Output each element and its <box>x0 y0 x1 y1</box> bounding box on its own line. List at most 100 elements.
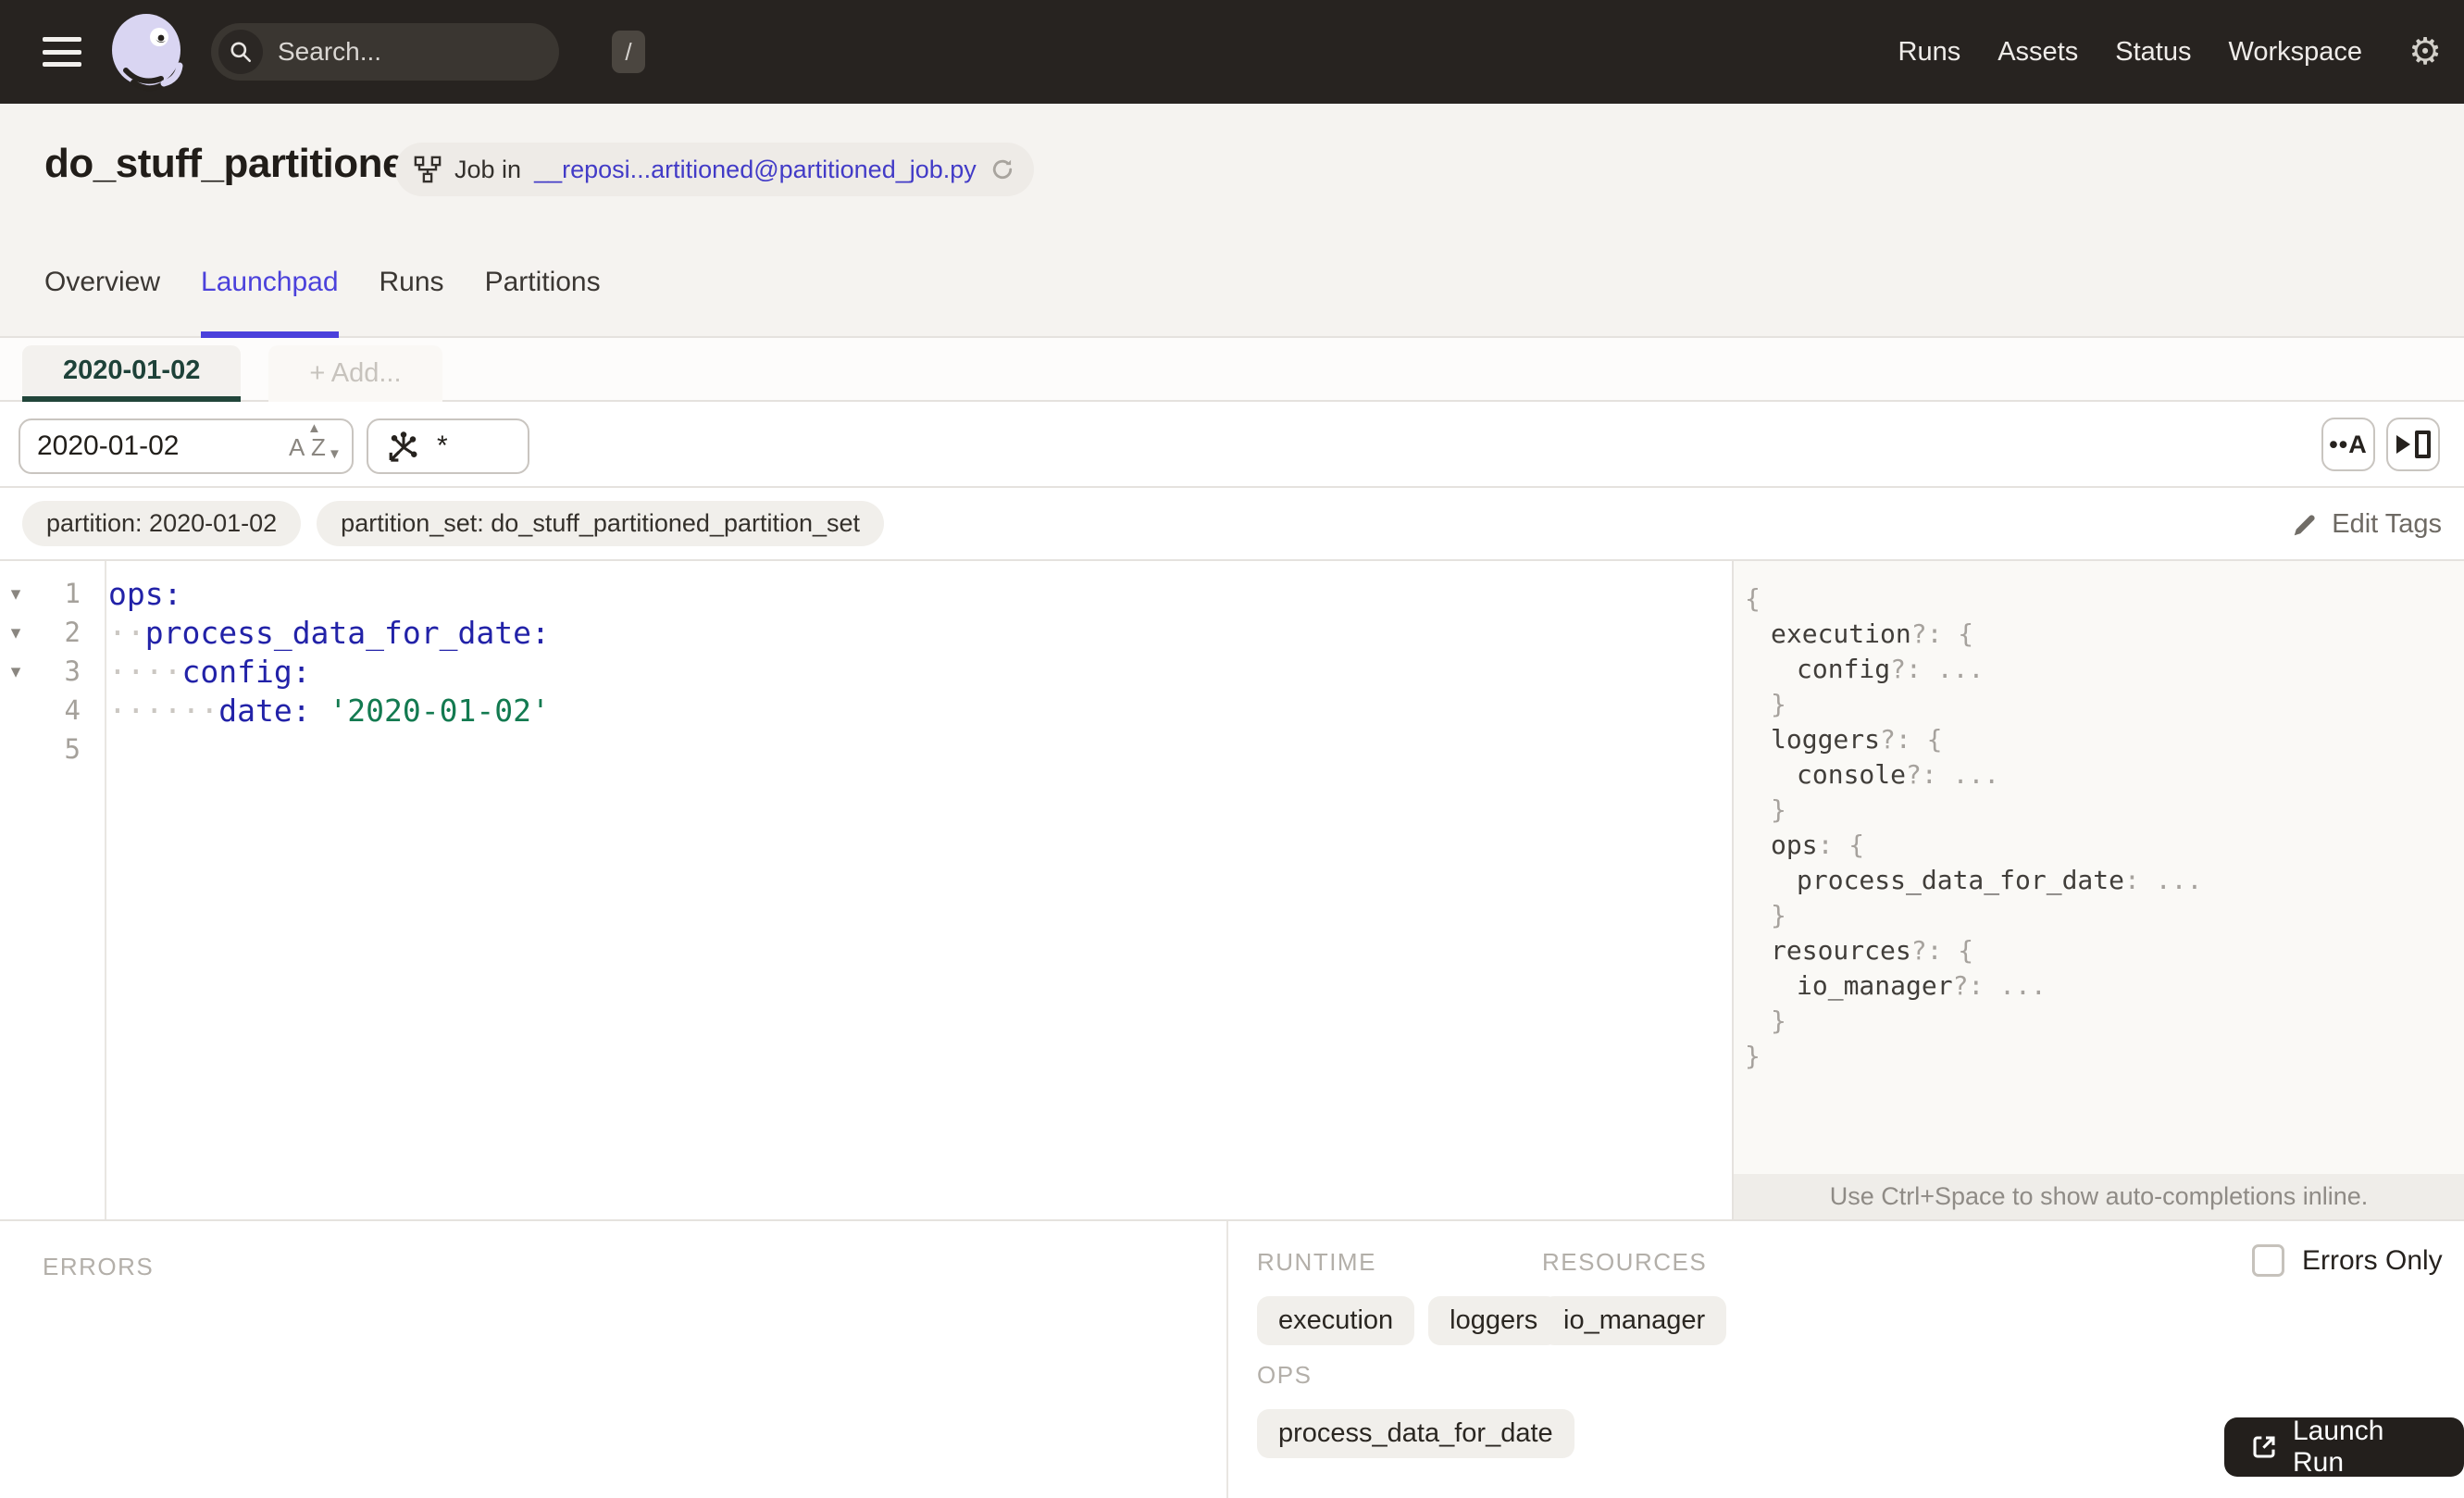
edit-tags-label: Edit Tags <box>2332 509 2442 539</box>
schema-punct: ?: { <box>1880 724 1943 755</box>
schema-line: io_manager?: ... <box>1734 968 2464 1004</box>
topnav-link-workspace[interactable]: Workspace <box>2228 37 2362 68</box>
schema-key: config <box>1797 654 1891 684</box>
fold-arrow-icon[interactable]: ▾ <box>0 660 31 683</box>
config-tab-strip: 2020-01-02 + Add... <box>0 338 2464 402</box>
global-search[interactable]: / <box>211 23 645 81</box>
job-header: do_stuff_partitioned Job in __reposi...a… <box>0 104 2464 338</box>
editor-line: 5 <box>0 730 1731 768</box>
line-number: 1 <box>64 578 81 609</box>
partition-select[interactable]: 2020-01-02 A ▲ Z ▼ <box>19 418 354 474</box>
side-panel-toggle-button[interactable] <box>2386 418 2440 471</box>
tag-pill: partition: 2020-01-02 <box>22 501 302 546</box>
editor-line: ▾ 1 ops: <box>0 574 1731 613</box>
editor-line: 4 ······date: '2020-01-02' <box>0 691 1731 730</box>
yaml-key: date: <box>218 692 311 729</box>
bottom-panel: ERRORS RUNTIME execution loggers RESOURCES i… <box>0 1219 2464 1498</box>
errors-only-checkbox[interactable] <box>2252 1244 2284 1277</box>
tab-overview[interactable]: Overview <box>44 267 160 338</box>
yaml-key: config: <box>181 653 311 690</box>
search-input[interactable] <box>263 37 612 67</box>
yaml-key: process_data_for_date: <box>144 614 550 651</box>
config-scope-pill[interactable]: io_manager <box>1542 1296 1727 1345</box>
launch-run-button[interactable]: Launch Run <box>2224 1416 2464 1478</box>
fold-arrow-icon[interactable]: ▾ <box>0 582 31 605</box>
edit-tags-button[interactable]: Edit Tags <box>2291 488 2442 561</box>
indent-whitespace: ······ <box>108 692 219 729</box>
schema-line: execution?: { <box>1734 617 2464 652</box>
code-text[interactable]: ··process_data_for_date: <box>93 615 550 651</box>
schema-line: loggers?: { <box>1734 722 2464 757</box>
line-number: 3 <box>64 655 81 687</box>
topnav-link-runs[interactable]: Runs <box>1898 37 1961 68</box>
section-resources: RESOURCES io_manager <box>1542 1248 1727 1345</box>
errors-only-label: Errors Only <box>2302 1244 2443 1276</box>
bottom-panel-divider <box>1226 1221 1228 1498</box>
section-label: RUNTIME <box>1257 1248 1376 1276</box>
code-text[interactable]: ····config: <box>93 654 311 690</box>
editor-line: ▾ 3 ····config: <box>0 652 1731 691</box>
config-scope-pill[interactable]: loggers <box>1428 1296 1560 1345</box>
config-scope-pill[interactable]: process_data_for_date <box>1257 1409 1574 1458</box>
errors-only-control: Errors Only <box>2252 1244 2443 1277</box>
indent-whitespace: ···· <box>108 653 182 690</box>
op-selector-input[interactable]: * <box>367 418 529 474</box>
topnav-link-assets[interactable]: Assets <box>1997 37 2078 68</box>
schema-punct: } <box>1771 900 1786 930</box>
partition-select-value: 2020-01-02 <box>37 431 180 461</box>
tab-launchpad[interactable]: Launchpad <box>201 267 339 338</box>
section-label: RESOURCES <box>1542 1248 1708 1276</box>
schema-punct: } <box>1771 794 1786 825</box>
job-file-link[interactable]: __reposi...artitioned@partitioned_job.py <box>534 156 977 184</box>
schema-line: } <box>1734 1039 2464 1074</box>
top-navigation-bar: / Runs Assets Status Workspace ⚙ <box>0 0 2464 104</box>
code-text[interactable]: ······date: '2020-01-02' <box>93 693 550 729</box>
search-icon <box>218 30 263 74</box>
sort-az-icon: A ▲ Z ▼ <box>289 420 342 462</box>
hamburger-menu-icon[interactable] <box>43 37 81 67</box>
external-link-icon <box>2249 1432 2279 1462</box>
section-pills: io_manager <box>1542 1296 1727 1345</box>
yaml-string: '2020-01-02' <box>310 692 550 729</box>
settings-gear-icon[interactable]: ⚙ <box>2408 0 2442 104</box>
tab-runs[interactable]: Runs <box>380 267 444 338</box>
reload-icon[interactable] <box>989 156 1015 182</box>
schema-punct: ?: { <box>1910 935 1974 966</box>
config-tab-active[interactable]: 2020-01-02 <box>22 345 242 402</box>
config-schema-panel: {execution?: {config?: ...} loggers?: {co… <box>1732 561 2464 1219</box>
op-graph-icon <box>385 428 422 465</box>
config-editor[interactable]: ▾ 1 ops: ▾ 2 ··process_data_for_date: ▾ 3 ····co… <box>0 574 1731 768</box>
indent-whitespace: ·· <box>108 614 145 651</box>
schema-key: loggers <box>1771 724 1881 755</box>
editor-line: ▾ 2 ··process_data_for_date: <box>0 613 1731 652</box>
job-origin-badge: Job in __reposi...artitioned@partitioned… <box>395 143 1034 196</box>
config-tab-add[interactable]: + Add... <box>268 345 442 402</box>
schema-punct: ?: ... <box>1906 759 2000 790</box>
fold-arrow-icon[interactable]: ▾ <box>0 621 31 644</box>
topnav-link-status[interactable]: Status <box>2115 37 2191 68</box>
schema-line: process_data_for_date: ... <box>1734 863 2464 898</box>
errors-section-label: ERRORS <box>43 1253 155 1280</box>
section-pills: process_data_for_date <box>1257 1409 1574 1458</box>
launch-run-label: Launch Run <box>2293 1416 2384 1478</box>
config-scope-pill[interactable]: execution <box>1257 1296 1415 1345</box>
page-title: do_stuff_partitioned <box>44 141 429 186</box>
job-badge-prefix: Job in <box>454 155 522 183</box>
line-number: 4 <box>64 694 81 726</box>
code-text[interactable]: ops: <box>93 576 181 612</box>
schema-punct: : { <box>1817 830 1865 860</box>
schema-key: ops <box>1771 830 1818 860</box>
schema-line: config?: ... <box>1734 652 2464 687</box>
schema-line: ops: { <box>1734 828 2464 863</box>
tag-pill: partition_set: do_stuff_partitioned_part… <box>317 501 885 546</box>
tab-partitions[interactable]: Partitions <box>485 267 601 338</box>
op-selector-value: * <box>437 431 448 461</box>
dagster-logo-icon[interactable] <box>106 11 189 96</box>
schema-line: console?: ... <box>1734 757 2464 793</box>
autocomplete-toggle-button[interactable]: ••A <box>2321 418 2375 471</box>
autocomplete-hint: Use Ctrl+Space to show auto-completions … <box>1734 1174 2464 1219</box>
line-number: 2 <box>64 617 81 648</box>
schema-tree: {execution?: {config?: ...} loggers?: {co… <box>1734 581 2464 1074</box>
schema-key: io_manager <box>1797 970 1953 1001</box>
schema-punct: ?: ... <box>1890 654 1985 684</box>
